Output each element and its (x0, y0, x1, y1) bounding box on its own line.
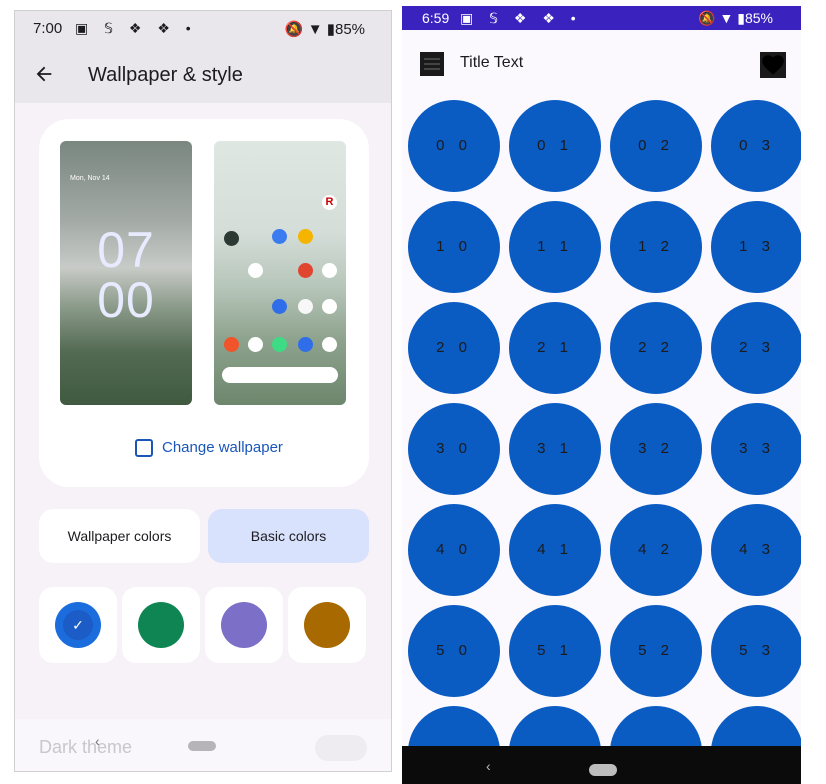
tab-basic-colors[interactable]: Basic colors (208, 509, 369, 563)
grid-cell[interactable]: 1 1 (509, 201, 601, 293)
color-swatch (304, 602, 350, 648)
grid-cell[interactable]: 4 1 (509, 504, 601, 596)
grid-demo-screen: 6:59 ▣ 𝕊 ❖ ❖ • 🔕 ▼ ▮85% Title Text 0 00 … (402, 6, 801, 784)
grid-cell[interactable]: 5 0 (408, 605, 500, 697)
grid-cell[interactable] (408, 706, 500, 746)
grid-cell[interactable]: 1 0 (408, 201, 500, 293)
grid-cell[interactable] (509, 706, 601, 746)
gmail-icon (322, 337, 337, 352)
notification-icons: ▣ 𝕊 ❖ ❖ • (75, 20, 197, 36)
color-option[interactable] (288, 587, 366, 663)
menu-icon[interactable] (420, 52, 444, 76)
color-swatch (138, 602, 184, 648)
grid-cell[interactable]: 4 0 (408, 504, 500, 596)
gmail-icon (322, 263, 337, 278)
home-gesture-pill[interactable] (188, 741, 216, 751)
grid-cell[interactable]: 5 2 (610, 605, 702, 697)
nav-back-button[interactable]: ‹ (486, 758, 491, 774)
nav-back-button[interactable]: ‹ (95, 733, 100, 749)
grid-cell[interactable]: 2 0 (408, 302, 500, 394)
grid-cell[interactable]: 0 1 (509, 100, 601, 192)
lock-date: Mon, Nov 14 (70, 175, 110, 182)
app-icon (298, 229, 313, 244)
heart-icon[interactable] (760, 52, 786, 78)
color-swatch: ✓ (55, 602, 101, 648)
grid-cell[interactable]: 0 0 (408, 100, 500, 192)
tab-wallpaper-colors[interactable]: Wallpaper colors (39, 509, 200, 563)
color-swatch (221, 602, 267, 648)
chrome-icon (298, 263, 313, 278)
grid-cell[interactable] (610, 706, 702, 746)
home-screen-preview[interactable]: R (214, 141, 346, 405)
grid-cell[interactable]: 1 3 (711, 201, 801, 293)
image-icon (135, 439, 153, 457)
color-option[interactable] (205, 587, 283, 663)
status-time: 7:00 (33, 20, 63, 37)
grid-cell[interactable]: 3 0 (408, 403, 500, 495)
wallpaper-preview-card: Mon, Nov 14 07 00 R Change wallpaper (39, 119, 369, 487)
status-time: 6:59 (422, 10, 450, 26)
battery-status: 🔕 ▼ ▮85% (284, 21, 365, 38)
home-gesture-pill[interactable] (589, 764, 617, 776)
color-option[interactable] (122, 587, 200, 663)
circle-grid: 0 00 10 20 31 01 11 21 32 02 12 22 33 03… (402, 96, 801, 746)
grid-cell[interactable]: 1 2 (610, 201, 702, 293)
dark-theme-toggle[interactable] (315, 735, 367, 761)
grid-cell[interactable]: 4 3 (711, 504, 801, 596)
status-bar: 7:00 ▣ 𝕊 ❖ ❖ • 🔕 ▼ ▮85% (15, 11, 391, 45)
lock-clock-minute: 00 (97, 272, 155, 328)
brave-icon (224, 337, 239, 352)
dark-theme-label: Dark theme (39, 737, 133, 757)
app-icon (272, 229, 287, 244)
app-icon (224, 231, 239, 246)
status-bar: 6:59 ▣ 𝕊 ❖ ❖ • 🔕 ▼ ▮85% (402, 6, 801, 30)
change-wallpaper-label: Change wallpaper (162, 439, 283, 456)
battery-status: 🔕 ▼ ▮85% (698, 10, 773, 26)
settings-icon (272, 299, 287, 314)
app-bar: Wallpaper & style (15, 45, 391, 103)
grid-cell[interactable]: 0 3 (711, 100, 801, 192)
android-icon (272, 337, 287, 352)
check-icon: ✓ (63, 610, 93, 640)
grid-cell[interactable]: 5 1 (509, 605, 601, 697)
grid-cell[interactable]: 5 3 (711, 605, 801, 697)
grid-cell[interactable]: 2 3 (711, 302, 801, 394)
app-bar: Title Text (402, 30, 801, 96)
grid-cell[interactable] (711, 706, 801, 746)
grid-cell[interactable]: 3 1 (509, 403, 601, 495)
settings-icon (298, 337, 313, 352)
color-option[interactable]: ✓ (39, 587, 117, 663)
grid-cell[interactable]: 2 1 (509, 302, 601, 394)
camera-icon (322, 299, 337, 314)
back-arrow-icon[interactable] (33, 63, 55, 85)
navigation-bar: ‹ (402, 746, 801, 784)
slack-icon (248, 337, 263, 352)
app-icon: R (322, 195, 337, 210)
photos-icon (298, 299, 313, 314)
page-title: Wallpaper & style (88, 64, 243, 86)
grid-cell[interactable]: 4 2 (610, 504, 702, 596)
notification-icons: ▣ 𝕊 ❖ ❖ • (460, 10, 582, 26)
wallpaper-style-screen: 7:00 ▣ 𝕊 ❖ ❖ • 🔕 ▼ ▮85% Wallpaper & styl… (14, 10, 392, 772)
grid-cell[interactable]: 3 3 (711, 403, 801, 495)
grid-cell[interactable]: 0 2 (610, 100, 702, 192)
search-bar (222, 367, 338, 383)
play-store-icon (248, 263, 263, 278)
grid-cell[interactable]: 3 2 (610, 403, 702, 495)
app-title: Title Text (460, 54, 524, 71)
bottom-area: Dark theme ‹ (15, 719, 391, 771)
lock-screen-preview[interactable]: Mon, Nov 14 07 00 (60, 141, 192, 405)
grid-cell[interactable]: 2 2 (610, 302, 702, 394)
